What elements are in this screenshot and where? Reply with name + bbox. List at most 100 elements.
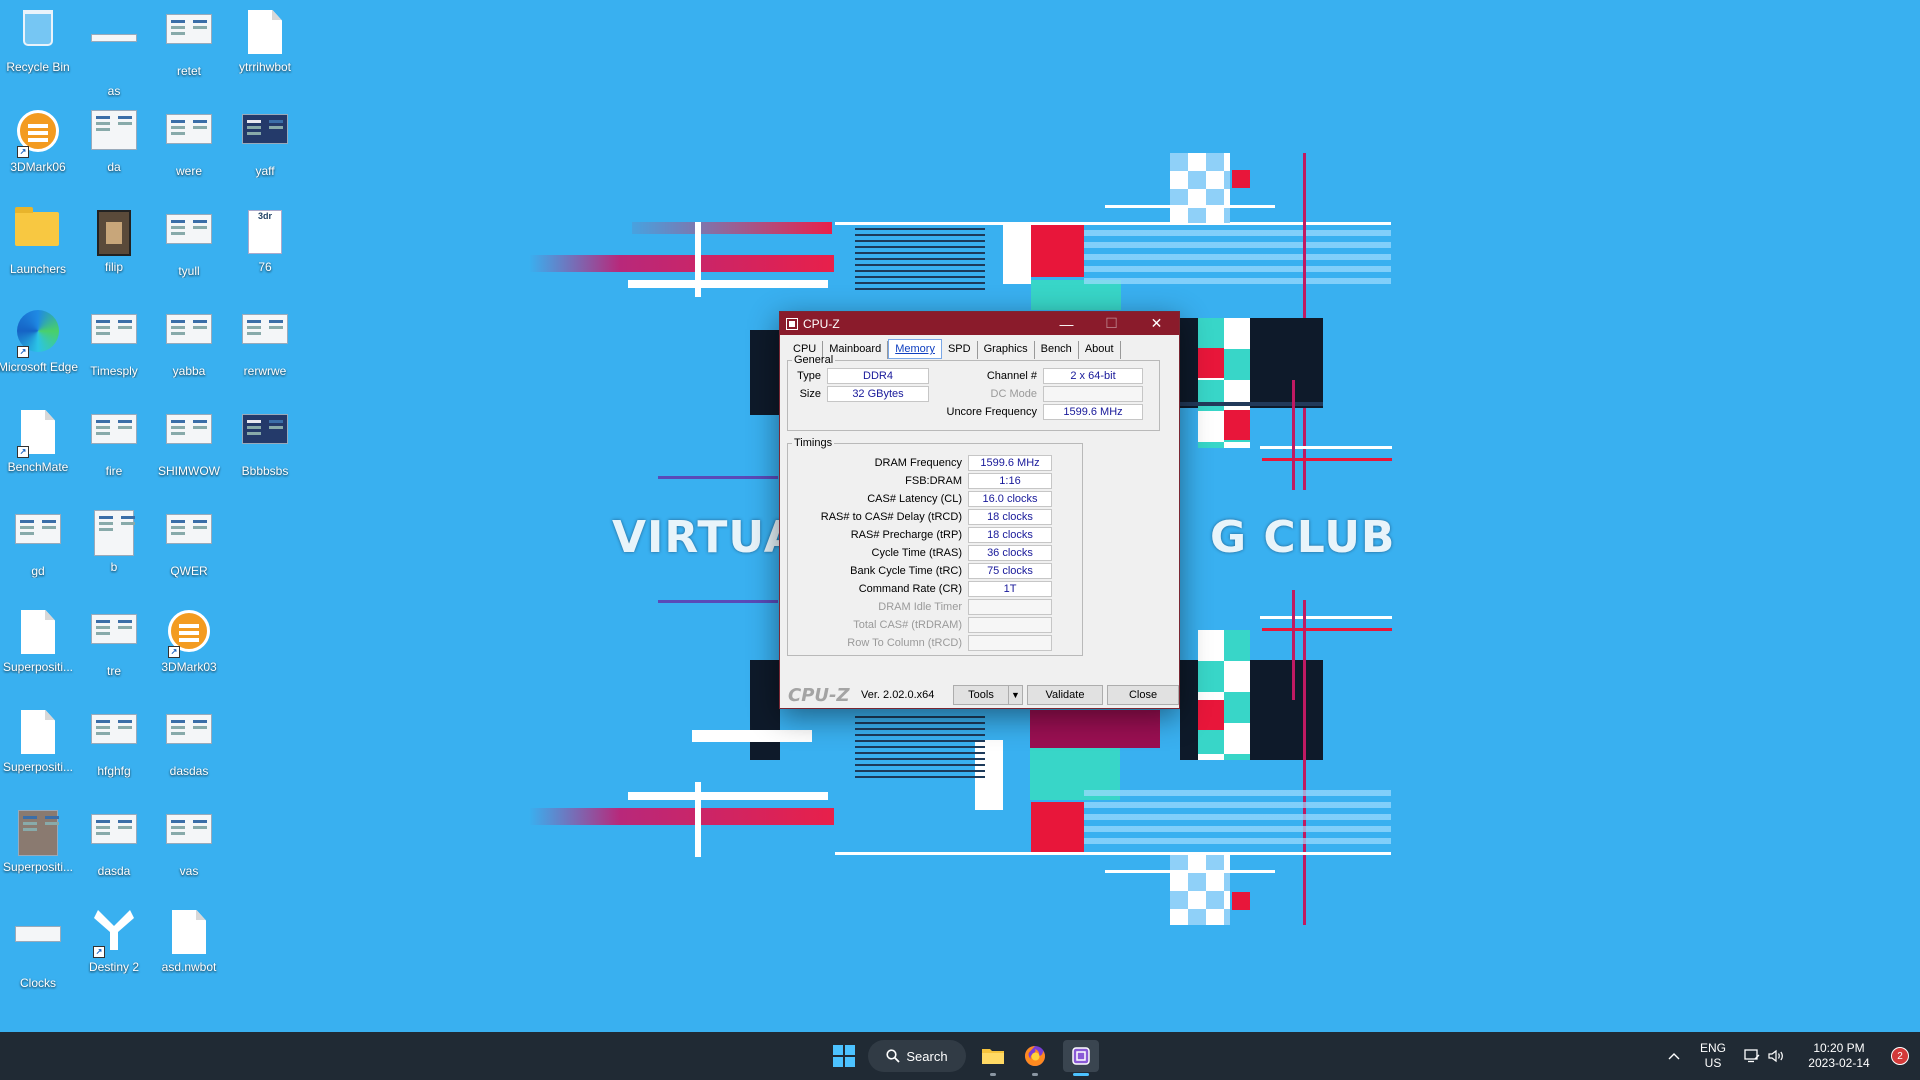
screenshot-thumbnail-icon: [91, 34, 137, 42]
taskbar-file-explorer[interactable]: [977, 1040, 1009, 1076]
recycle-bin-icon: [23, 10, 53, 46]
clock-button[interactable]: 10:20 PM 2023-02-14: [1800, 1032, 1878, 1080]
file-explorer-icon: [982, 1049, 1004, 1064]
timing-label: RAS# Precharge (tRP): [850, 529, 962, 541]
timing-value: [968, 635, 1052, 651]
desktop-icon-ytrrihwbot[interactable]: ytrrihwbot: [221, 4, 309, 100]
firefox-icon: [1025, 1046, 1045, 1066]
timing-value: 1T: [968, 581, 1052, 597]
document-icon: [21, 710, 55, 754]
timing-row: DRAM Idle Timer: [787, 599, 1052, 615]
dcmode-row: DC Mode: [947, 386, 1143, 402]
validate-button[interactable]: Validate: [1027, 685, 1103, 705]
screenshot-thumbnail-icon: [242, 114, 288, 144]
timing-value: [968, 599, 1052, 615]
screenshot-thumbnail-icon: [15, 926, 61, 942]
timing-value: 1:16: [968, 473, 1052, 489]
memory-tab-panel: General Type DDR4 Size 32 GBytes Channel…: [787, 355, 1172, 665]
taskbar-firefox[interactable]: [1019, 1040, 1051, 1076]
shortcut-arrow-icon: ↗: [93, 946, 105, 958]
timing-row: Bank Cycle Time (tRC) 75 clocks: [787, 563, 1052, 579]
timing-row: RAS# to CAS# Delay (tRCD) 18 clocks: [787, 509, 1052, 525]
running-indicator: [1032, 1073, 1038, 1076]
desktop-icon-label: 3DMark03: [161, 660, 217, 674]
notification-center-button[interactable]: 2: [1886, 1032, 1914, 1080]
size-row: Size 32 GBytes: [787, 386, 929, 402]
desktop-icon-rerwrwe[interactable]: rerwrwe: [221, 304, 309, 400]
desktop-icon-3dmark03[interactable]: ↗ 3DMark03: [145, 604, 233, 700]
channel-label: Channel #: [986, 370, 1037, 382]
timing-label: FSB:DRAM: [905, 475, 962, 487]
type-label: Type: [797, 370, 821, 382]
desktop-icon-label: QWER: [170, 564, 208, 578]
close-window-button[interactable]: ✕: [1134, 312, 1179, 335]
taskbar-search-button[interactable]: Search: [868, 1040, 966, 1072]
active-window-indicator: [1073, 1073, 1089, 1076]
desktop-icon-shimwow[interactable]: SHIMWOW: [145, 404, 233, 500]
timing-label: Command Rate (CR): [858, 583, 962, 595]
timing-value: [968, 617, 1052, 633]
shortcut-arrow-icon: ↗: [17, 346, 29, 358]
desktop-icon-label: yaff: [255, 164, 275, 178]
desktop-icon-yabba[interactable]: yabba: [145, 304, 233, 400]
timing-row: Command Rate (CR) 1T: [787, 581, 1052, 597]
desktop-icon-label: SHIMWOW: [158, 464, 220, 478]
desktop-icon-asd-nwbot[interactable]: asd.nwbot: [145, 904, 233, 1000]
screenshot-thumbnail-icon: [91, 110, 137, 150]
window-title: CPU-Z: [803, 316, 840, 331]
dcmode-label: DC Mode: [990, 388, 1037, 400]
cpuz-app-icon: [786, 317, 798, 330]
timing-value: 18 clocks: [968, 509, 1052, 525]
uncore-frequency-label: Uncore Frequency: [946, 406, 1038, 418]
screenshot-thumbnail-icon: [91, 414, 137, 444]
maximize-button: ☐: [1105, 315, 1118, 331]
desktop-icon-label: 76: [258, 260, 272, 274]
uncore-frequency-value: 1599.6 MHz: [1043, 404, 1143, 420]
timing-label: Row To Column (tRCD): [847, 637, 962, 649]
timing-row: Row To Column (tRCD): [787, 635, 1052, 651]
desktop-icon-label: retet: [176, 64, 201, 78]
timing-label: CAS# Latency (CL): [867, 493, 962, 505]
minimize-button[interactable]: —: [1044, 312, 1089, 335]
screenshot-thumbnail-icon: [166, 314, 212, 344]
uncore-row: Uncore Frequency 1599.6 MHz: [887, 404, 1143, 420]
desktop-icon-tyull[interactable]: tyull: [145, 204, 233, 300]
notification-count-badge: 2: [1891, 1047, 1909, 1065]
running-indicator: [990, 1073, 996, 1076]
desktop-icon-bbbbsbs[interactable]: Bbbbsbs: [221, 404, 309, 500]
tools-dropdown-arrow-icon[interactable]: ▼: [1009, 685, 1023, 705]
desktop-icon-76[interactable]: 3dr 76: [221, 204, 309, 300]
document-icon: [248, 10, 282, 54]
screenshot-thumbnail-icon: [15, 514, 61, 544]
channel-row: Channel # 2 x 64-bit: [947, 368, 1143, 384]
clock-time: 10:20 PM: [1813, 1041, 1865, 1055]
tools-button[interactable]: Tools: [953, 685, 1009, 705]
taskbar-cpuz[interactable]: [1063, 1040, 1099, 1076]
desktop-icon-label: rerwrwe: [243, 364, 287, 378]
screenshot-thumbnail-icon: [166, 114, 212, 144]
cpuz-titlebar[interactable]: CPU-Z — ☐ ✕: [780, 312, 1179, 335]
timing-value: 18 clocks: [968, 527, 1052, 543]
quick-settings-button[interactable]: [1738, 1032, 1790, 1080]
screenshot-thumbnail-icon: [166, 814, 212, 844]
input-language-button[interactable]: ENG US: [1694, 1032, 1732, 1080]
volume-icon: [1768, 1049, 1783, 1063]
desktop-icon-label: vas: [179, 864, 199, 878]
shortcut-arrow-icon: ↗: [17, 446, 29, 458]
desktop-icon-were[interactable]: were: [145, 104, 233, 200]
desktop-icon-qwer[interactable]: QWER: [145, 504, 233, 600]
clock-date: 2023-02-14: [1808, 1056, 1870, 1070]
desktop-icon-yaff[interactable]: yaff: [221, 104, 309, 200]
document-icon: [172, 910, 206, 954]
timing-label: DRAM Idle Timer: [878, 601, 962, 613]
start-button[interactable]: [826, 1040, 862, 1072]
show-hidden-icons-button[interactable]: [1660, 1032, 1688, 1080]
desktop-icon-dasdas[interactable]: dasdas: [145, 704, 233, 800]
desktop-icon-vas[interactable]: vas: [145, 804, 233, 900]
size-label: Size: [799, 388, 821, 400]
screenshot-thumbnail-icon: [166, 714, 212, 744]
desktop-icon-retet[interactable]: retet: [145, 4, 233, 100]
type-row: Type DDR4: [787, 368, 929, 384]
windows-logo-icon: [833, 1045, 855, 1067]
close-button[interactable]: Close: [1107, 685, 1179, 705]
